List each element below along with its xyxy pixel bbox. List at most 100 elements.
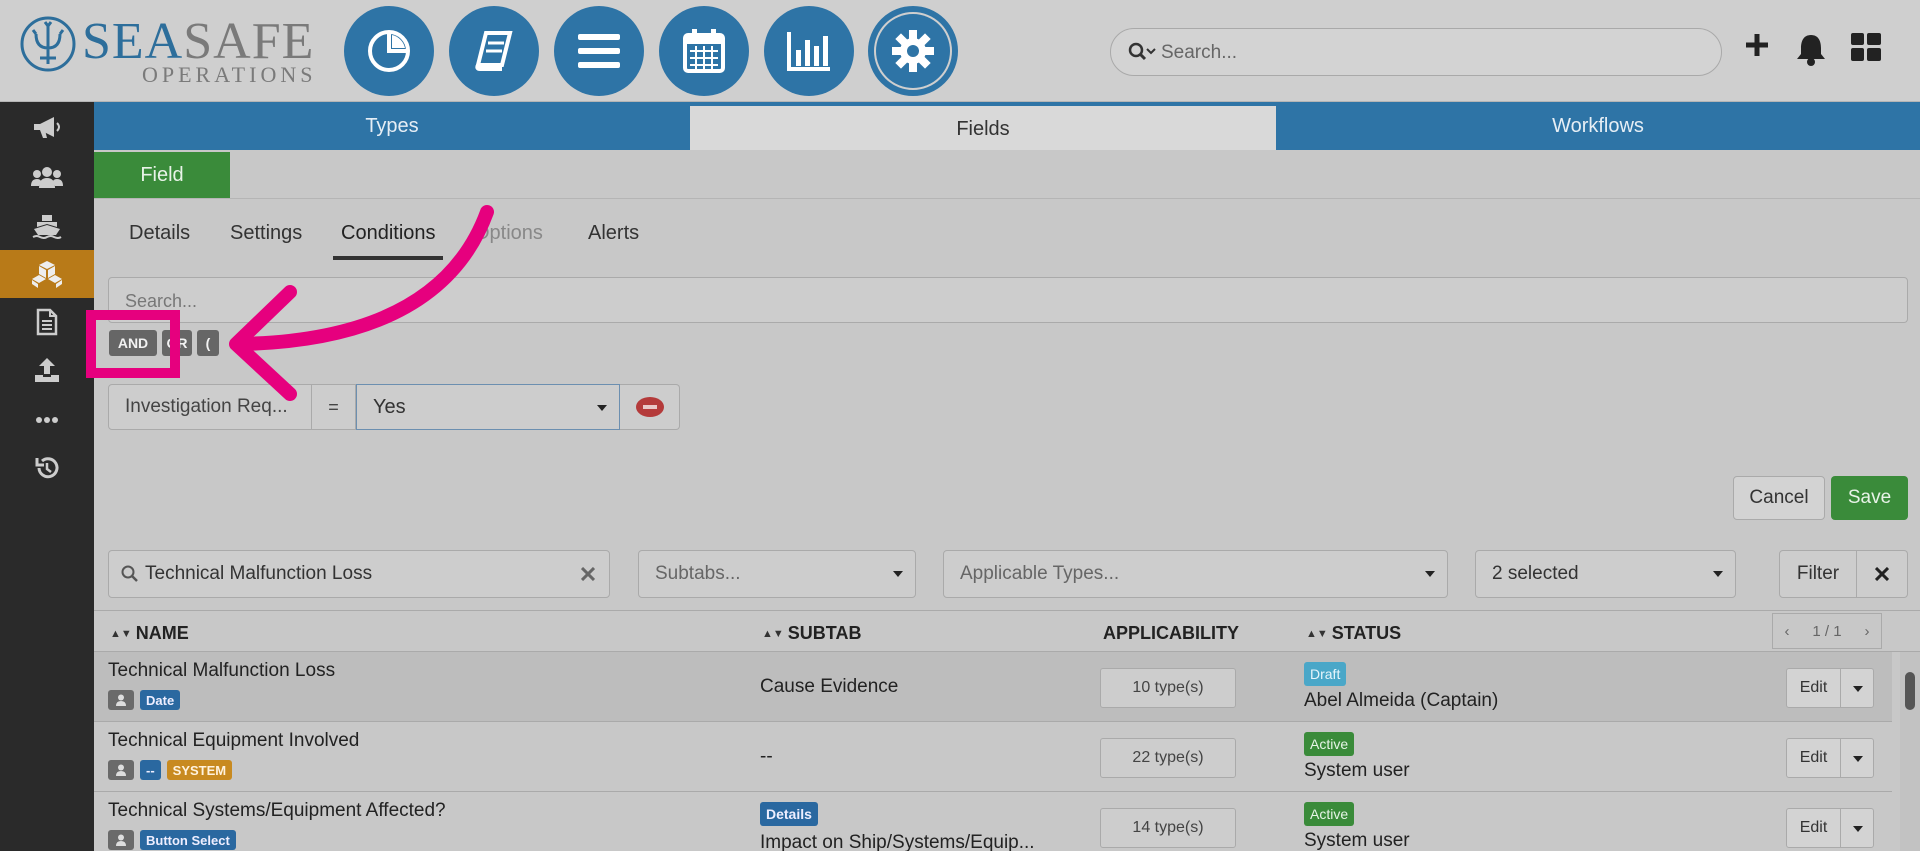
applicability-button[interactable]: 10 type(s) [1100, 668, 1236, 708]
nav-dashboard-button[interactable] [344, 6, 434, 96]
edit-button[interactable]: Edit [1787, 809, 1841, 847]
content-area: Field Details Settings Conditions Option… [94, 150, 1920, 851]
column-status-header[interactable]: ▲▼ STATUS [1306, 623, 1401, 644]
logo[interactable]: SEASAFE OPERATIONS [16, 10, 316, 90]
chevron-down-icon[interactable] [1853, 756, 1863, 762]
edit-button-group[interactable]: Edit [1786, 668, 1874, 708]
name-filter[interactable]: Technical Malfunction Loss [108, 550, 610, 598]
subtab-settings[interactable]: Settings [230, 222, 302, 245]
table-row[interactable]: Technical Equipment Involved -- SYSTEM -… [94, 722, 1892, 792]
filter-row: Technical Malfunction Loss Subtabs... Ap… [94, 550, 1920, 600]
save-button[interactable]: Save [1831, 476, 1908, 520]
tab-workflows[interactable]: Workflows [1276, 102, 1920, 150]
bell-icon[interactable] [1795, 32, 1827, 71]
sidebar-item-upload[interactable] [0, 346, 94, 394]
nav-settings-button[interactable] [868, 6, 958, 96]
edit-button[interactable]: Edit [1787, 739, 1841, 777]
open-paren-button[interactable]: ( [197, 330, 219, 356]
status-user: Abel Almeida (Captain) [1304, 690, 1499, 711]
sidebar [0, 102, 94, 851]
search-icon [1127, 41, 1157, 68]
applicability-button[interactable]: 14 type(s) [1100, 808, 1236, 848]
logo-brand: SEASAFE [82, 13, 315, 70]
row-subtab: Cause Evidence [760, 676, 899, 697]
chevron-down-icon [1713, 571, 1723, 577]
subtab-alerts[interactable]: Alerts [588, 222, 639, 245]
edit-button[interactable]: Edit [1787, 669, 1841, 707]
sidebar-item-users[interactable] [0, 154, 94, 202]
status-badge: Active [1304, 802, 1355, 826]
more-icon [36, 417, 58, 423]
cubes-icon [32, 261, 62, 288]
edit-button-group[interactable]: Edit [1786, 738, 1874, 778]
condition-value-select[interactable]: Yes [356, 384, 620, 430]
system-tag: SYSTEM [166, 760, 233, 780]
edit-button-group[interactable]: Edit [1786, 808, 1874, 848]
scrollbar-thumb[interactable] [1905, 672, 1915, 710]
tab-fields[interactable]: Fields [690, 106, 1276, 152]
table-scrollbar[interactable] [1900, 652, 1920, 851]
subtabs-filter[interactable]: Subtabs... [638, 550, 916, 598]
divider [94, 198, 1920, 199]
user-icon [108, 690, 134, 710]
prev-page-icon[interactable]: ‹ [1784, 623, 1789, 640]
tab-types[interactable]: Types [94, 102, 690, 150]
chevron-down-icon[interactable] [1853, 686, 1863, 692]
applicability-button[interactable]: 22 type(s) [1100, 738, 1236, 778]
row-name: Technical Systems/Equipment Affected? [108, 800, 446, 821]
type-tag: Date [140, 690, 181, 710]
status-user: System user [1304, 830, 1410, 851]
next-page-icon[interactable]: › [1865, 623, 1870, 640]
row-tags: -- SYSTEM [108, 760, 233, 780]
highlight-box [86, 310, 180, 378]
status-filter-value: 2 selected [1492, 563, 1579, 584]
name-filter-value: Technical Malfunction Loss [145, 563, 373, 584]
field-button[interactable]: Field [94, 152, 230, 198]
row-name: Technical Equipment Involved [108, 730, 360, 751]
table-row[interactable]: Technical Malfunction Loss Date Cause Ev… [94, 652, 1892, 722]
plus-icon[interactable] [1744, 32, 1770, 63]
grid-icon[interactable] [1850, 32, 1882, 67]
book-icon [475, 31, 513, 71]
sidebar-item-modules[interactable] [0, 250, 94, 298]
nav-logbook-button[interactable] [449, 6, 539, 96]
condition-field[interactable]: Investigation Req... [108, 384, 312, 430]
filter-button[interactable]: Filter [1779, 550, 1857, 598]
column-subtab-header[interactable]: ▲▼ SUBTAB [762, 623, 861, 644]
nav-list-button[interactable] [554, 6, 644, 96]
global-search-input[interactable] [1161, 37, 1701, 69]
subtab-options[interactable]: Options [474, 222, 543, 245]
table-row[interactable]: Technical Systems/Equipment Affected? Bu… [94, 792, 1892, 851]
clear-filters-button[interactable] [1857, 550, 1908, 598]
column-name-header[interactable]: ▲▼ NAME [110, 623, 189, 644]
bar-chart-icon [787, 32, 830, 71]
fields-table: ▲▼ NAME ▲▼ SUBTAB APPLICABILITY ▲▼ STATUS ‹… [94, 610, 1920, 851]
nav-calendar-button[interactable] [659, 6, 749, 96]
status-filter[interactable]: 2 selected [1475, 550, 1736, 598]
status-badge: Draft [1304, 662, 1347, 686]
applicable-types-filter[interactable]: Applicable Types... [943, 550, 1448, 598]
sidebar-item-documents[interactable] [0, 298, 94, 346]
clear-icon[interactable] [581, 567, 595, 581]
remove-condition-button[interactable] [620, 384, 680, 430]
sidebar-item-more[interactable] [0, 396, 94, 444]
condition-operator[interactable]: = [312, 384, 356, 430]
pie-chart-icon [368, 30, 410, 72]
sidebar-item-announcements[interactable] [0, 104, 94, 152]
subtab-details[interactable]: Details [129, 222, 190, 245]
sort-icon: ▲▼ [1306, 628, 1328, 641]
subtab-conditions[interactable]: Conditions [341, 222, 436, 245]
row-subtab: Impact on Ship/Systems/Equip... [760, 832, 1035, 851]
cancel-button[interactable]: Cancel [1733, 476, 1825, 520]
minus-circle-icon [635, 397, 664, 417]
condition-value-text: Yes [373, 395, 406, 418]
nav-reports-button[interactable] [764, 6, 854, 96]
chevron-down-icon[interactable] [1853, 826, 1863, 832]
conditions-search[interactable] [108, 277, 1908, 323]
sidebar-item-history[interactable] [0, 444, 94, 492]
global-search[interactable] [1110, 28, 1722, 76]
chevron-down-icon [893, 571, 903, 577]
conditions-search-input[interactable] [125, 286, 1885, 316]
sidebar-item-vessels[interactable] [0, 202, 94, 250]
pager: ‹ 1 / 1 › [1772, 613, 1882, 649]
